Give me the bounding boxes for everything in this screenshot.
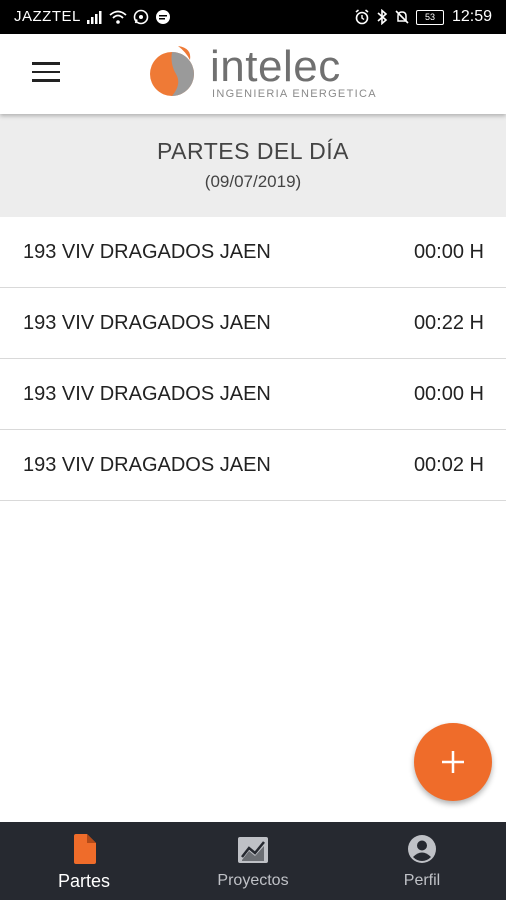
parte-time: 00:22 H	[413, 312, 484, 334]
app-bar: intelec INGENIERIA ENERGETICA	[0, 34, 506, 114]
date-header: PARTES DEL DÍA (09/07/2019)	[0, 114, 506, 217]
list-item[interactable]: 193 VIV DRAGADOS JAEN 00:00 H	[0, 217, 506, 288]
logo-subtitle: INGENIERIA ENERGETICA	[212, 88, 377, 100]
status-bar: JAZZTEL 53 12:59	[0, 0, 506, 34]
status-time: 12:59	[451, 8, 492, 25]
list-item[interactable]: 193 VIV DRAGADOS JAEN 00:00 H	[0, 359, 506, 430]
parte-time: 00:02 H	[413, 454, 484, 476]
add-parte-button[interactable]	[414, 723, 492, 801]
messaging-icon	[155, 9, 170, 24]
parte-name: 193 VIV DRAGADOS JAEN	[23, 383, 271, 405]
status-bar-right: 53 12:59	[354, 8, 492, 26]
list-item[interactable]: 193 VIV DRAGADOS JAEN 00:22 H	[0, 288, 506, 359]
wifi-icon	[109, 10, 127, 24]
nav-item-perfil[interactable]: Perfil	[338, 822, 506, 900]
nav-label-perfil: Perfil	[403, 872, 441, 889]
menu-button[interactable]	[32, 62, 60, 84]
nav-label-partes: Partes	[57, 871, 111, 891]
nav-item-partes[interactable]: Partes	[0, 822, 168, 900]
account-circle-icon	[408, 835, 436, 863]
bluetooth-icon	[377, 9, 388, 25]
chart-icon	[238, 837, 268, 863]
logo-mark-icon	[150, 46, 194, 96]
carrier-name: JAZZTEL	[14, 8, 81, 25]
page-title: PARTES DEL DÍA	[157, 138, 349, 164]
menu-icon-line	[32, 70, 60, 73]
signal-icon	[86, 10, 102, 24]
parte-time: 00:00 H	[413, 241, 484, 263]
intelec-logo: intelec INGENIERIA ENERGETICA	[148, 42, 388, 106]
document-icon	[74, 834, 96, 864]
nav-label-proyectos: Proyectos	[217, 872, 289, 889]
parte-time: 00:00 H	[413, 383, 484, 405]
alarm-icon	[355, 9, 369, 25]
notifications-off-icon	[395, 10, 409, 24]
partes-list: 193 VIV DRAGADOS JAEN 00:00 H 193 VIV DR…	[0, 217, 506, 501]
menu-icon-line	[32, 62, 60, 65]
nav-item-proyectos[interactable]: Proyectos	[168, 822, 338, 900]
page-date: (09/07/2019)	[204, 172, 302, 191]
logo-text: intelec	[210, 42, 341, 91]
battery-icon: 53	[415, 9, 444, 25]
menu-icon-line	[32, 79, 60, 82]
bottom-nav: Partes Proyectos Perfil	[0, 822, 506, 900]
parte-name: 193 VIV DRAGADOS JAEN	[23, 241, 271, 263]
list-item[interactable]: 193 VIV DRAGADOS JAEN 00:02 H	[0, 430, 506, 501]
parte-name: 193 VIV DRAGADOS JAEN	[23, 312, 271, 334]
plus-icon	[442, 751, 464, 773]
status-bar-left: JAZZTEL	[14, 8, 171, 25]
parte-name: 193 VIV DRAGADOS JAEN	[23, 454, 271, 476]
whatsapp-icon	[133, 9, 149, 24]
